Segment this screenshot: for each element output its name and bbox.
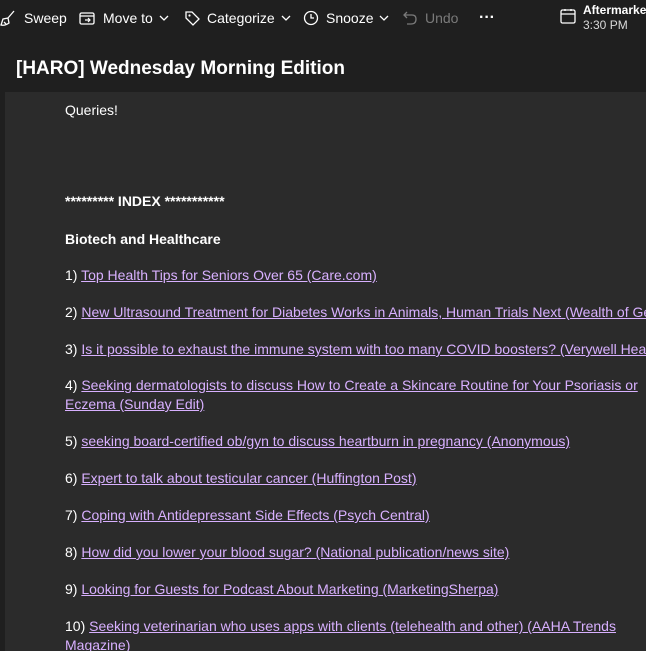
- undo-icon: [402, 10, 418, 26]
- chevron-down-icon: [159, 15, 169, 22]
- more-options-button[interactable]: ···: [479, 8, 495, 28]
- query-link[interactable]: Seeking veterinarian who uses apps with …: [65, 618, 616, 651]
- section-heading: Biotech and Healthcare: [65, 231, 221, 247]
- calendar-icon: [560, 8, 576, 29]
- query-link[interactable]: seeking board-certified ob/gyn to discus…: [81, 433, 570, 449]
- tag-icon: [184, 10, 200, 26]
- query-link[interactable]: Expert to talk about testicular cancer (…: [81, 470, 416, 486]
- query-number: 3): [65, 341, 78, 357]
- move-to-label: Move to: [103, 10, 153, 26]
- query-link[interactable]: Seeking dermatologists to discuss How to…: [65, 377, 638, 412]
- list-item: 9) Looking for Guests for Podcast About …: [65, 580, 646, 599]
- query-link[interactable]: Coping with Antidepressant Side Effects …: [81, 507, 429, 523]
- list-item: 4) Seeking dermatologists to discuss How…: [65, 376, 646, 414]
- list-item: 7) Coping with Antidepressant Side Effec…: [65, 506, 646, 525]
- query-number: 4): [65, 377, 78, 393]
- command-bar: Sweep Move to Categorize Snooze Undo ···…: [0, 0, 646, 40]
- move-to-button[interactable]: Move to: [79, 8, 169, 28]
- event-time: 3:30 PM: [583, 18, 628, 32]
- more-icon: ···: [479, 9, 495, 26]
- query-link[interactable]: Is it possible to exhaust the immune sys…: [81, 341, 646, 357]
- sweep-label: Sweep: [24, 10, 67, 26]
- query-number: 6): [65, 470, 78, 486]
- list-item: 2) New Ultrasound Treatment for Diabetes…: [65, 303, 646, 322]
- undo-button[interactable]: Undo: [402, 8, 458, 28]
- list-item: 10) Seeking veterinarian who uses apps w…: [65, 617, 646, 651]
- index-heading: ********* INDEX ***********: [65, 193, 225, 209]
- chevron-down-icon: [281, 15, 291, 22]
- list-item: 6) Expert to talk about testicular cance…: [65, 469, 646, 488]
- categorize-label: Categorize: [207, 10, 275, 26]
- query-number: 2): [65, 304, 78, 320]
- query-link[interactable]: How did you lower your blood sugar? (Nat…: [81, 544, 509, 560]
- list-item: 1) Top Health Tips for Seniors Over 65 (…: [65, 266, 646, 285]
- query-number: 9): [65, 581, 78, 597]
- broom-icon: [0, 10, 17, 27]
- query-number: 8): [65, 544, 78, 560]
- folder-move-icon: [79, 11, 96, 26]
- query-number: 1): [65, 267, 78, 283]
- sweep-button[interactable]: Sweep: [0, 8, 67, 28]
- snooze-label: Snooze: [326, 10, 374, 26]
- snooze-button[interactable]: Snooze: [303, 8, 389, 28]
- list-item: 8) How did you lower your blood sugar? (…: [65, 543, 646, 562]
- categorize-button[interactable]: Categorize: [184, 8, 291, 28]
- query-link[interactable]: New Ultrasound Treatment for Diabetes Wo…: [81, 304, 646, 320]
- event-title: Aftermarket: [583, 3, 646, 17]
- query-link[interactable]: Top Health Tips for Seniors Over 65 (Car…: [81, 267, 377, 283]
- list-item: 3) Is it possible to exhaust the immune …: [65, 340, 646, 359]
- upcoming-event[interactable]: Aftermarket 3:30 PM: [560, 2, 646, 36]
- list-item: 5) seeking board-certified ob/gyn to dis…: [65, 432, 646, 451]
- query-number: 7): [65, 507, 78, 523]
- chevron-down-icon: [379, 15, 389, 22]
- undo-label: Undo: [425, 10, 459, 26]
- clock-icon: [303, 10, 319, 26]
- message-body: Queries! ********* INDEX *********** Bio…: [5, 92, 646, 651]
- query-link[interactable]: Looking for Guests for Podcast About Mar…: [81, 581, 498, 597]
- intro-text: Queries!: [65, 102, 118, 118]
- query-number: 10): [65, 618, 86, 634]
- query-number: 5): [65, 433, 78, 449]
- message-subject: [HARO] Wednesday Morning Edition: [16, 58, 345, 79]
